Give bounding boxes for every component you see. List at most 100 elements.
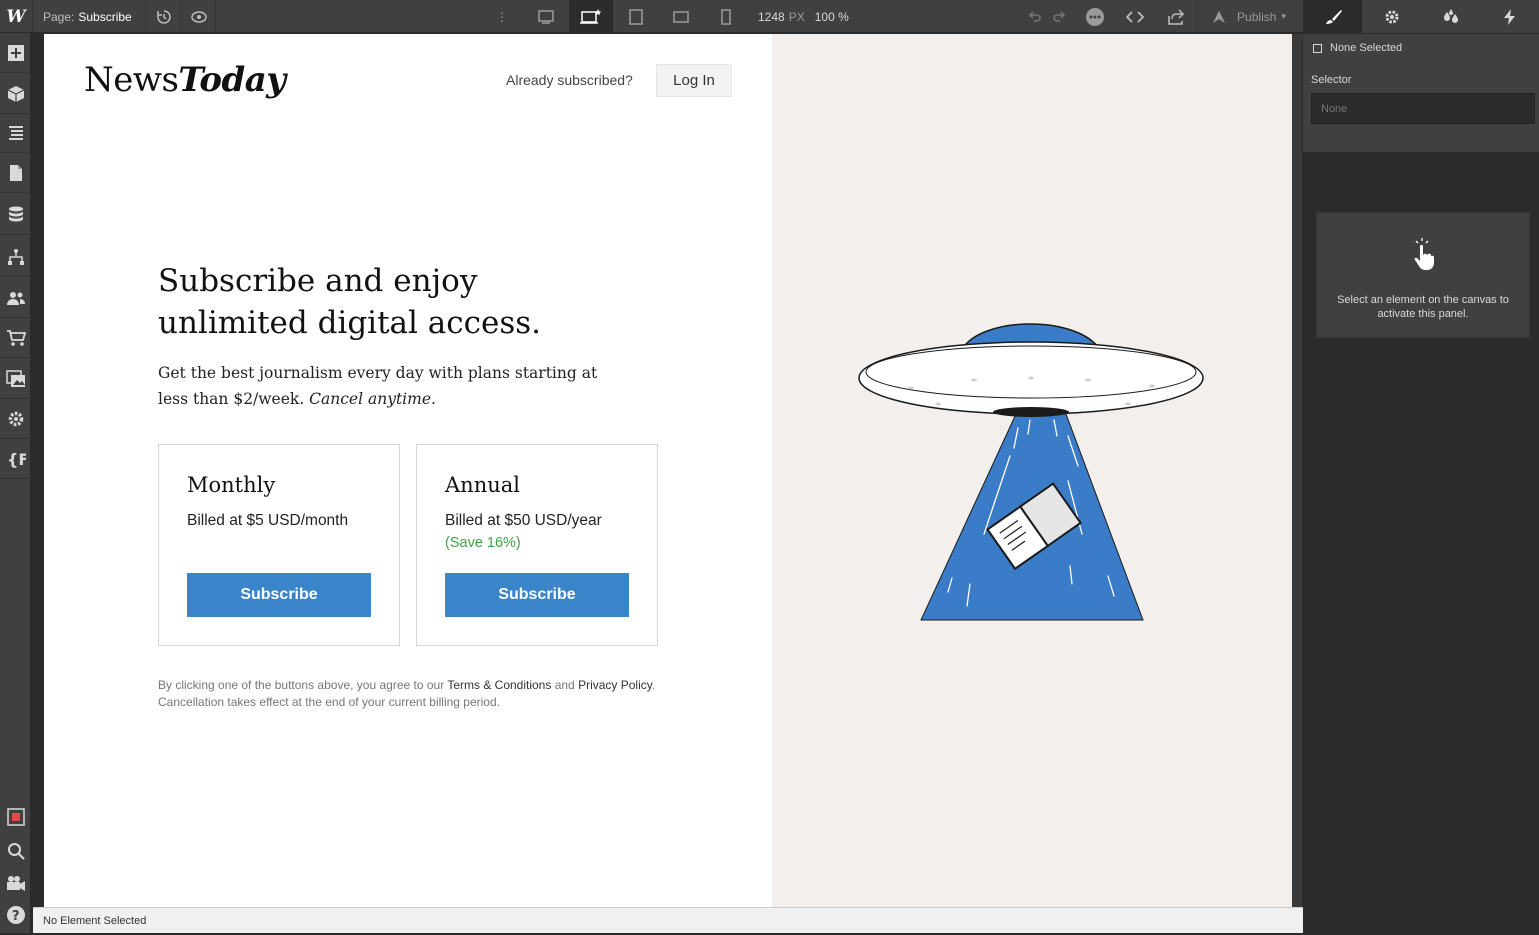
style-manager-tab[interactable] [1421,0,1480,33]
plan-price: Billed at $5 USD/month [187,512,349,529]
lightning-icon [1503,8,1515,25]
mobile-landscape-breakpoint-icon[interactable] [659,0,703,33]
base-breakpoint-icon[interactable] [569,0,613,33]
design-canvas[interactable]: NewsToday Already subscribed? Log In Sub… [44,34,1292,907]
cube-icon [7,85,24,102]
video-camera-icon [6,876,25,891]
page-name: Subscribe [78,9,132,24]
panel-tabs [1303,0,1539,33]
page-subheading: Get the best journalism every day with p… [158,360,618,412]
help-button[interactable]: ? [0,895,31,935]
add-panel-button[interactable] [0,33,31,73]
plus-square-icon [7,44,24,61]
users-icon [6,291,25,305]
gear-icon [8,411,23,426]
page-icon [9,164,22,181]
checkbox-icon [1313,43,1322,53]
canvas-width-unit: PX [788,9,805,24]
desktop-breakpoint-icon[interactable] [524,0,568,33]
pages-button[interactable] [0,153,31,193]
plan-card-annual: Annual Billed at $50 USD/year (Save 16%)… [416,444,658,646]
newstoday-logo[interactable]: NewsToday [84,60,286,100]
mobile-portrait-breakpoint-icon[interactable] [704,0,748,33]
plan-card-monthly: Monthly Billed at $5 USD/month Subscribe [158,444,400,646]
svg-text:{F: {F [7,450,26,468]
logo-regular-text: News [84,60,179,100]
images-icon [5,369,25,387]
database-icon [8,206,23,221]
page-selector[interactable]: Page: Subscribe [34,0,146,33]
canvas-size-readout: 1248 PX 100 % [758,0,849,33]
project-settings-button[interactable] [0,399,31,439]
selector-section: None Selected Selector None [1303,34,1539,152]
ecommerce-button[interactable] [0,318,31,358]
none-selected-label: None Selected [1330,42,1403,54]
terms-link[interactable]: Terms & Conditions [447,678,551,692]
logo-italic-text: Today [178,60,286,100]
none-selected-toggle[interactable]: None Selected [1313,42,1402,54]
question-icon: ? [6,906,25,924]
ufo-illustration [858,323,1204,621]
hint-text: Select an element on the canvas to activ… [1337,294,1509,320]
canvas-scrollbar[interactable] [1292,34,1302,907]
logic-button[interactable] [0,237,31,277]
page-headline: Subscribe and enjoy unlimited digital ac… [158,263,542,341]
zoom-level: 100 % [814,9,849,24]
login-button[interactable]: Log In [656,64,732,97]
drops-icon [1443,8,1458,23]
status-bar: No Element Selected [33,907,1303,933]
more-dots-icon[interactable]: ⋮ [492,0,512,33]
publish-label: Publish [1237,9,1277,24]
comments-icon[interactable] [1078,0,1112,33]
subscribe-monthly-button[interactable]: Subscribe [187,573,371,617]
fonts-button[interactable]: {F [0,439,31,479]
designer-toolbar: W Page: Subscribe ⋮ 1248 PX 100 % Publis… [0,0,1539,33]
settings-tab[interactable] [1362,0,1421,33]
plan-title: Monthly [187,473,276,497]
layers-list-icon [8,125,23,140]
legal-disclaimer: By clicking one of the buttons above, yo… [158,677,658,711]
style-panel: None Selected Selector None Select an el… [1303,34,1539,933]
gear-icon [1385,10,1398,23]
chevron-down-icon: ▾ [1281,11,1286,21]
left-toolbar: {F ? [0,33,31,933]
selector-input[interactable]: None [1311,93,1535,124]
record-icon [6,808,25,826]
canvas-width: 1248 [758,9,785,24]
subheading-italic: Cancel anytime. [309,390,436,408]
subscribe-annual-button[interactable]: Subscribe [445,573,629,617]
pointer-click-icon [1317,237,1529,271]
webflow-logo[interactable]: W [0,0,33,33]
assets-button[interactable] [0,359,31,399]
already-subscribed-text: Already subscribed? [506,72,633,88]
status-text: No Element Selected [43,914,147,927]
privacy-link[interactable]: Privacy Policy [578,678,652,692]
preview-eye-icon[interactable] [182,0,216,33]
selector-label: Selector [1311,74,1352,86]
select-element-hint: Select an element on the canvas to activ… [1316,212,1530,338]
interactions-tab[interactable] [1480,0,1539,33]
page-label: Page: [43,9,75,24]
undo-icon[interactable] [1024,0,1046,33]
symbols-button[interactable] [0,74,31,114]
publish-button[interactable]: Publish ▾ [1196,0,1300,33]
legal-pre: By clicking one of the buttons above, yo… [158,678,445,692]
cart-icon [6,329,26,346]
plan-title: Annual [445,473,520,497]
cms-button[interactable] [0,195,31,235]
tablet-breakpoint-icon[interactable] [614,0,658,33]
code-icon[interactable] [1118,0,1152,33]
plan-price: Billed at $50 USD/year [445,512,602,529]
plan-savings: (Save 16%) [445,535,521,551]
publish-rocket-icon [1213,10,1226,23]
flow-icon [7,248,24,265]
navigator-button[interactable] [0,113,31,153]
svg-text:?: ? [12,909,20,924]
redo-icon[interactable] [1048,0,1070,33]
brush-icon [1325,9,1342,24]
curly-f-icon: {F [7,450,26,468]
users-button[interactable] [0,278,31,318]
history-icon[interactable] [147,0,181,33]
style-brush-tab[interactable] [1303,0,1362,33]
export-icon[interactable] [1158,0,1194,33]
